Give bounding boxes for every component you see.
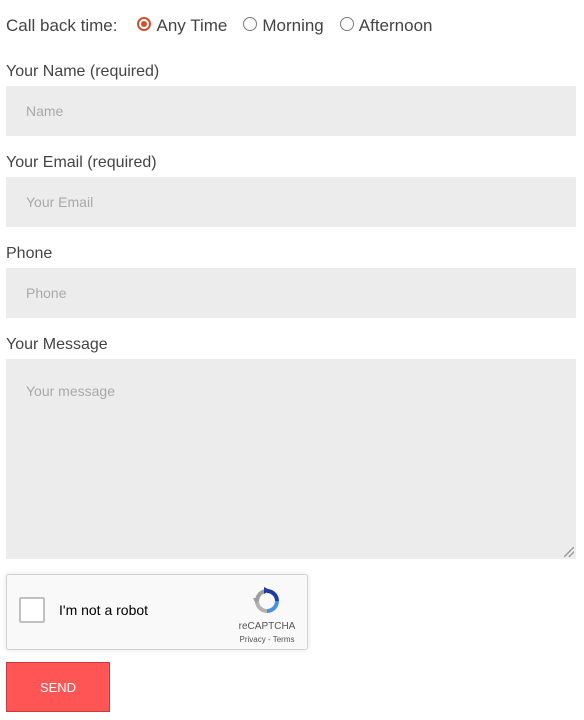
message-textarea[interactable] (6, 359, 576, 559)
radio-button-checked[interactable] (137, 17, 152, 31)
recaptcha-label: I'm not a robot (59, 602, 149, 618)
radio-label-morning: Morning (262, 16, 324, 35)
recaptcha-privacy-link[interactable]: Privacy (240, 635, 266, 644)
recaptcha-terms-link[interactable]: Terms (273, 635, 295, 644)
recaptcha-logo-icon (253, 587, 279, 613)
message-label: Your Message (6, 336, 108, 353)
recaptcha-link-separator: - (265, 635, 273, 644)
radio-label-any-time: Any Time (156, 16, 228, 35)
radio-label-afternoon: Afternoon (358, 16, 433, 35)
name-label: Your Name (required) (6, 63, 160, 80)
recaptcha-brand: reCAPTCHA (238, 621, 296, 632)
radio-button[interactable] (243, 17, 258, 31)
callback-time-label: Call back time: (6, 16, 118, 35)
email-input[interactable] (6, 177, 576, 227)
phone-label: Phone (6, 245, 53, 262)
textarea-resize-handle[interactable] (564, 547, 574, 557)
recaptcha-widget: I'm not a robot reCAPTCHA Privacy - Term… (6, 574, 308, 650)
phone-input[interactable] (6, 268, 576, 318)
radio-any-time[interactable]: Any Time (137, 16, 227, 36)
send-button[interactable]: SEND (6, 662, 110, 712)
radio-afternoon[interactable]: Afternoon (339, 16, 433, 36)
radio-morning[interactable]: Morning (243, 16, 324, 36)
callback-time-row: Call back time: Any Time Morning Afterno… (6, 16, 449, 36)
name-input[interactable] (6, 86, 576, 136)
recaptcha-links: Privacy - Terms (229, 635, 305, 644)
email-label: Your Email (required) (6, 154, 157, 171)
radio-button[interactable] (339, 17, 354, 31)
recaptcha-checkbox[interactable] (19, 597, 45, 623)
